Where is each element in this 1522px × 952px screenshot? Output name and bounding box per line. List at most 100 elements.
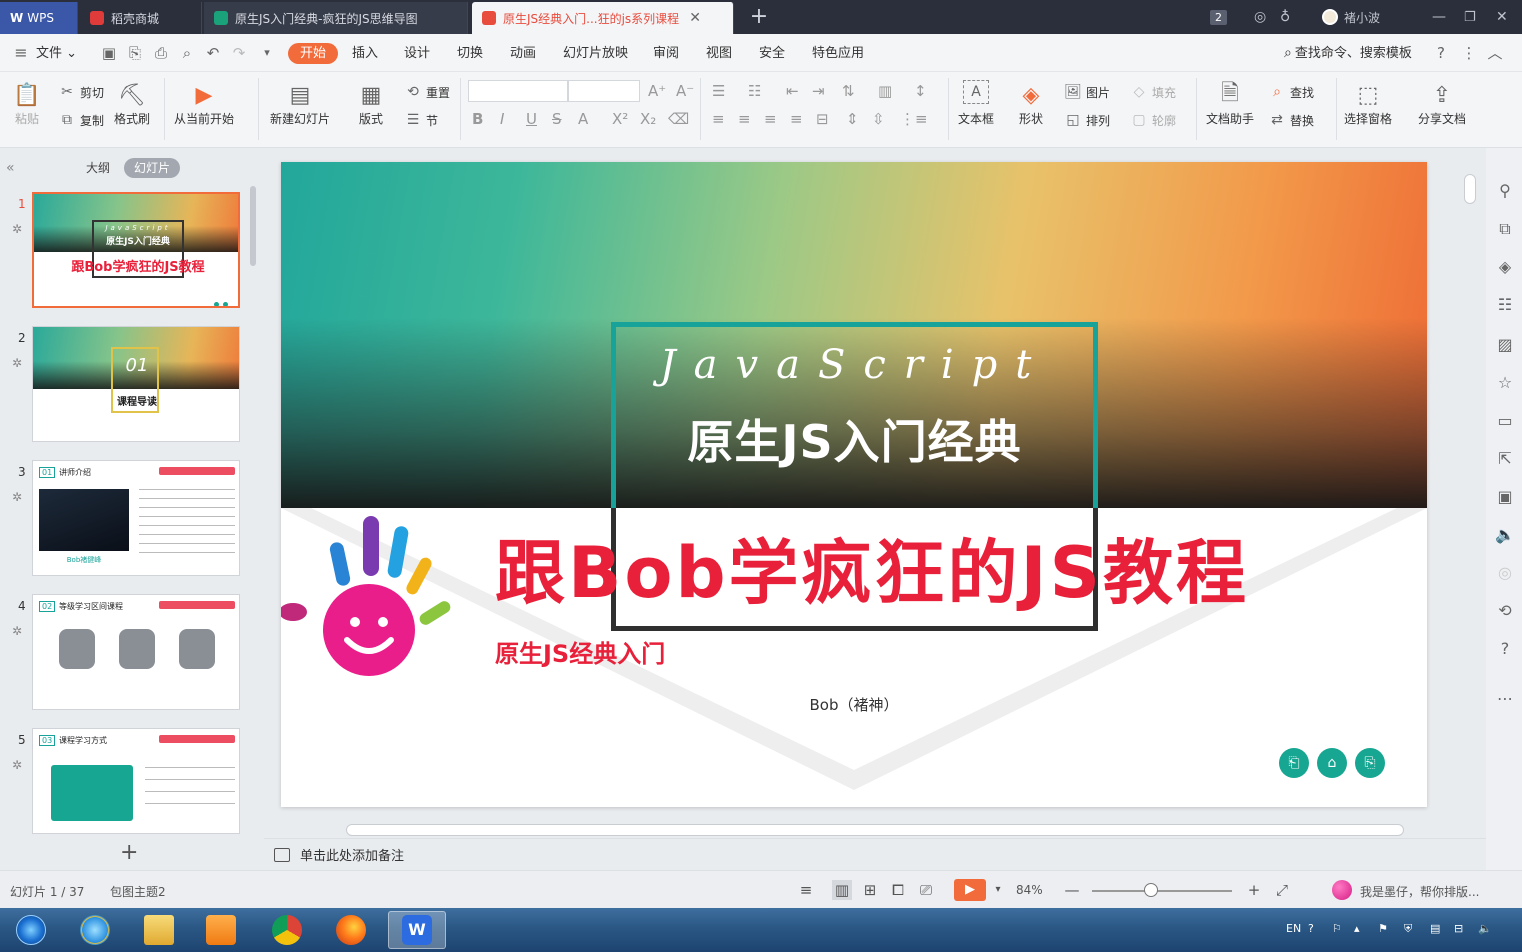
quick-access-dropdown-icon[interactable]: ▾	[258, 44, 276, 62]
picture-button[interactable]: 🖼 图片	[1064, 82, 1110, 102]
slide-headline[interactable]: 跟Bob学疯狂的JS教程	[495, 517, 1415, 618]
vertical-scrollbar[interactable]	[1464, 174, 1476, 204]
new-tab-button[interactable]: +	[746, 4, 772, 30]
cut-button[interactable]: ✂ 剪切	[58, 82, 104, 102]
font-color-icon[interactable]: A	[578, 110, 588, 128]
panel-scrollbar[interactable]	[250, 186, 256, 266]
para-spacing-icon[interactable]: ⇳	[872, 110, 885, 128]
subscript-icon[interactable]: X₂	[640, 110, 656, 128]
security-tray-icon[interactable]: ⛨	[1404, 922, 1412, 936]
help-tray-icon[interactable]: ?	[1308, 922, 1314, 935]
ime-tray-icon[interactable]: ⚐	[1332, 922, 1342, 935]
numbered-list-icon[interactable]: ☷	[748, 82, 761, 100]
slide-nav-prev-icon[interactable]: ⎗	[1279, 748, 1309, 778]
format-painter-button[interactable]: ⛏ 格式刷	[114, 80, 150, 127]
play-slideshow-button[interactable]: ▶	[954, 879, 986, 901]
slide-nav-next-icon[interactable]: ⎘	[1355, 748, 1385, 778]
menu-insert[interactable]: 插入	[346, 43, 384, 64]
slide-author[interactable]: Bob（褚神）	[281, 694, 1427, 715]
slide-thumbnail-5[interactable]: 5 ✲ 03 课程学习方式	[0, 728, 250, 850]
text-direction-icon[interactable]: ⇅	[842, 82, 855, 100]
show-hidden-icons[interactable]: ▴	[1354, 922, 1360, 935]
tab-presentation[interactable]: 原生JS经典入门...狂的js系列课程 ✕	[472, 2, 734, 34]
slide-nav-home-icon[interactable]: ⌂	[1317, 748, 1347, 778]
select-pane-button[interactable]: ⬚ 选择窗格	[1344, 80, 1392, 127]
taskbar-media[interactable]	[192, 911, 250, 949]
tab-slides[interactable]: 幻灯片	[124, 158, 181, 178]
tab-mindmap[interactable]: 原生JS入门经典-疯狂的JS思维导图	[204, 2, 468, 34]
help-icon[interactable]: ?	[1494, 638, 1516, 660]
menu-transition[interactable]: 切换	[451, 43, 489, 64]
minimize-icon[interactable]: —	[1432, 0, 1446, 34]
slide-subtitle[interactable]: 原生JS经典入门	[495, 634, 665, 669]
redo-icon[interactable]: ↷	[230, 44, 248, 62]
taskbar-wps[interactable]: W	[388, 911, 446, 949]
zoom-slider[interactable]	[1092, 890, 1232, 892]
pin-icon[interactable]: ⚲	[1494, 180, 1516, 202]
undo-icon[interactable]: ↶	[204, 44, 222, 62]
assistant-avatar[interactable]	[1332, 880, 1352, 900]
menu-review[interactable]: 审阅	[647, 43, 685, 64]
tab-docer[interactable]: 稻壳商城	[80, 2, 202, 34]
section-button[interactable]: ☰ 节	[404, 110, 438, 130]
slide-title-en[interactable]: JavaScript	[611, 342, 1098, 388]
shape-effect-icon[interactable]: ◈	[1494, 256, 1516, 278]
taskbar-chrome[interactable]	[258, 911, 316, 949]
slide-sorter-icon[interactable]: ⊞	[860, 880, 880, 900]
close-window-icon[interactable]: ✕	[1496, 0, 1508, 34]
italic-icon[interactable]: I	[500, 110, 504, 128]
star-icon[interactable]: ☆	[1494, 372, 1516, 394]
slide-thumbnail-4[interactable]: 4 ✲ 02 等级学习区间课程	[0, 594, 250, 716]
menu-animation[interactable]: 动画	[504, 43, 542, 64]
from-current-button[interactable]: ▶ 从当前开始	[174, 80, 234, 127]
slide-thumbnail-3[interactable]: 3 ✲ 01 讲师介绍 Bob褚健峰	[0, 460, 250, 582]
image-icon[interactable]: ▣	[1494, 486, 1516, 508]
command-search[interactable]: ⌕ 查找命令、搜索模板	[1284, 43, 1412, 64]
play-dropdown-icon[interactable]: ▾	[988, 880, 1008, 900]
copy-button[interactable]: ⧉ 复制	[58, 110, 104, 130]
taskbar-ie[interactable]	[66, 911, 124, 949]
zoom-out-icon[interactable]: —	[1062, 880, 1082, 900]
decrease-indent-icon[interactable]: ⇤	[786, 82, 799, 100]
save-icon[interactable]: ▣	[100, 44, 118, 62]
increase-indent-icon[interactable]: ⇥	[812, 82, 825, 100]
font-size-select[interactable]	[568, 80, 640, 102]
export-icon[interactable]: ⎘	[126, 44, 144, 62]
menu-home[interactable]: 开始	[288, 43, 339, 64]
valign-icon[interactable]: ⇕	[846, 110, 859, 128]
horizontal-scrollbar[interactable]	[346, 824, 1404, 836]
shape-button[interactable]: ◈ 形状	[1016, 80, 1046, 127]
menu-special[interactable]: 特色应用	[806, 43, 870, 64]
menu-design[interactable]: 设计	[398, 43, 436, 64]
replace-button[interactable]: ⇄ 替换	[1268, 110, 1314, 130]
action-center-icon[interactable]: ⚑	[1378, 922, 1388, 935]
clear-format-icon[interactable]: ⌫	[668, 110, 689, 128]
current-slide[interactable]: JavaScript 原生JS入门经典 跟Bob学疯狂的JS教程 原生JS经典入…	[281, 162, 1427, 807]
textbox-button[interactable]: A 文本框	[958, 80, 994, 127]
audio-icon[interactable]: 🔈	[1494, 524, 1516, 546]
doc-assistant-button[interactable]: 🗎 文档助手	[1206, 80, 1254, 127]
share-button[interactable]: ⇪ 分享文档	[1418, 80, 1466, 127]
volume-icon[interactable]: 🔈	[1478, 922, 1492, 935]
collapse-ribbon-icon[interactable]: ︿	[1486, 44, 1504, 62]
hamburger-icon[interactable]: ≡	[12, 44, 30, 62]
align-left-icon[interactable]: ≡	[712, 110, 725, 128]
skin-icon[interactable]: ♁	[1280, 0, 1290, 34]
notes-toggle-icon[interactable]: ≡	[796, 880, 816, 900]
language-indicator[interactable]: EN	[1286, 922, 1301, 935]
align-right-icon[interactable]: ≡	[764, 110, 777, 128]
settings-icon[interactable]: ◎	[1254, 0, 1266, 34]
normal-view-icon[interactable]: ▥	[832, 880, 852, 900]
history-icon[interactable]: ⟲	[1494, 600, 1516, 622]
presenter-view-icon[interactable]: ⎚	[916, 880, 936, 900]
more-icon[interactable]: ⋮	[1460, 44, 1478, 62]
taskbar-firefox[interactable]	[322, 911, 380, 949]
reading-view-icon[interactable]: ⧠	[888, 880, 908, 900]
distribute-icon[interactable]: ⊟	[816, 110, 829, 128]
font-family-select[interactable]	[468, 80, 568, 102]
zoom-in-icon[interactable]: +	[1244, 880, 1264, 900]
fit-window-icon[interactable]: ⤢	[1272, 880, 1292, 900]
bullet-list-icon[interactable]: ☰	[712, 82, 725, 100]
window-count-badge[interactable]: 2	[1210, 0, 1227, 34]
help-icon[interactable]: ?	[1432, 44, 1450, 62]
